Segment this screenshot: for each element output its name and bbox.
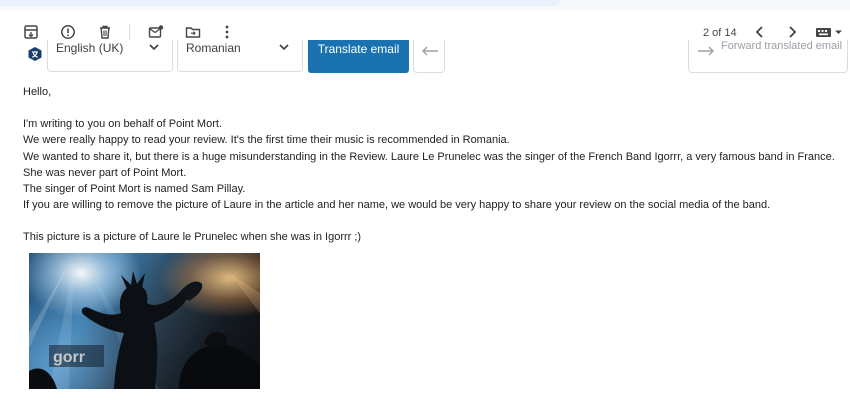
arrow-left-icon <box>422 46 438 56</box>
source-language-value: English (UK) <box>56 40 124 55</box>
chevron-down-icon <box>149 44 159 51</box>
arrow-right-icon <box>698 46 714 56</box>
translate-bar: English (UK) Romanian Translate email Fo… <box>0 40 850 74</box>
paragraph-line: She was never part of Point Mort. <box>23 166 187 179</box>
paragraph-line: The singer of Point Mort is named Sam Pi… <box>23 183 246 196</box>
translate-email-button[interactable]: Translate email <box>308 40 409 73</box>
email-body: Hello, I'm writing to you on behalf of P… <box>23 84 843 246</box>
concert-photo-art: gorr <box>29 263 260 389</box>
pagination-count: 2 of 14 <box>703 27 737 39</box>
delete-icon[interactable] <box>96 23 114 41</box>
older-icon[interactable] <box>751 23 769 41</box>
more-vert-icon[interactable] <box>218 23 236 41</box>
photo-caption: This picture is a picture of Laure le Pr… <box>23 231 362 244</box>
top-bar-edge <box>0 0 850 10</box>
translate-icon <box>28 47 42 61</box>
paragraph-line: I'm writing to you on behalf of Point Mo… <box>23 118 222 131</box>
paragraph-line: We were really happy to read your review… <box>23 134 510 147</box>
target-language-value: Romanian <box>186 40 241 55</box>
band-logo-text: gorr <box>53 349 85 366</box>
source-language-select[interactable]: English (UK) <box>47 40 173 72</box>
back-arrow-button[interactable] <box>413 40 445 73</box>
concert-photo[interactable]: gorr <box>29 253 260 389</box>
forward-translated-label: Forward translated email <box>721 40 843 52</box>
input-tools-icon[interactable] <box>815 23 845 41</box>
chevron-down-icon <box>279 44 289 51</box>
forward-translated-button[interactable]: Forward translated email <box>688 40 848 73</box>
move-to-icon[interactable] <box>184 23 202 41</box>
paragraph-line: We wanted to share it, but there is a hu… <box>23 150 835 163</box>
report-spam-icon[interactable] <box>59 23 77 41</box>
newer-icon[interactable] <box>783 23 801 41</box>
target-language-select[interactable]: Romanian <box>177 40 303 72</box>
translate-email-label: Translate email <box>317 41 400 56</box>
mark-unread-icon[interactable] <box>147 23 165 41</box>
search-bar-edge[interactable] <box>0 0 560 6</box>
paragraph-line: If you are willing to remove the picture… <box>23 199 771 212</box>
archive-icon[interactable] <box>22 23 40 41</box>
greeting: Hello, <box>23 86 52 98</box>
